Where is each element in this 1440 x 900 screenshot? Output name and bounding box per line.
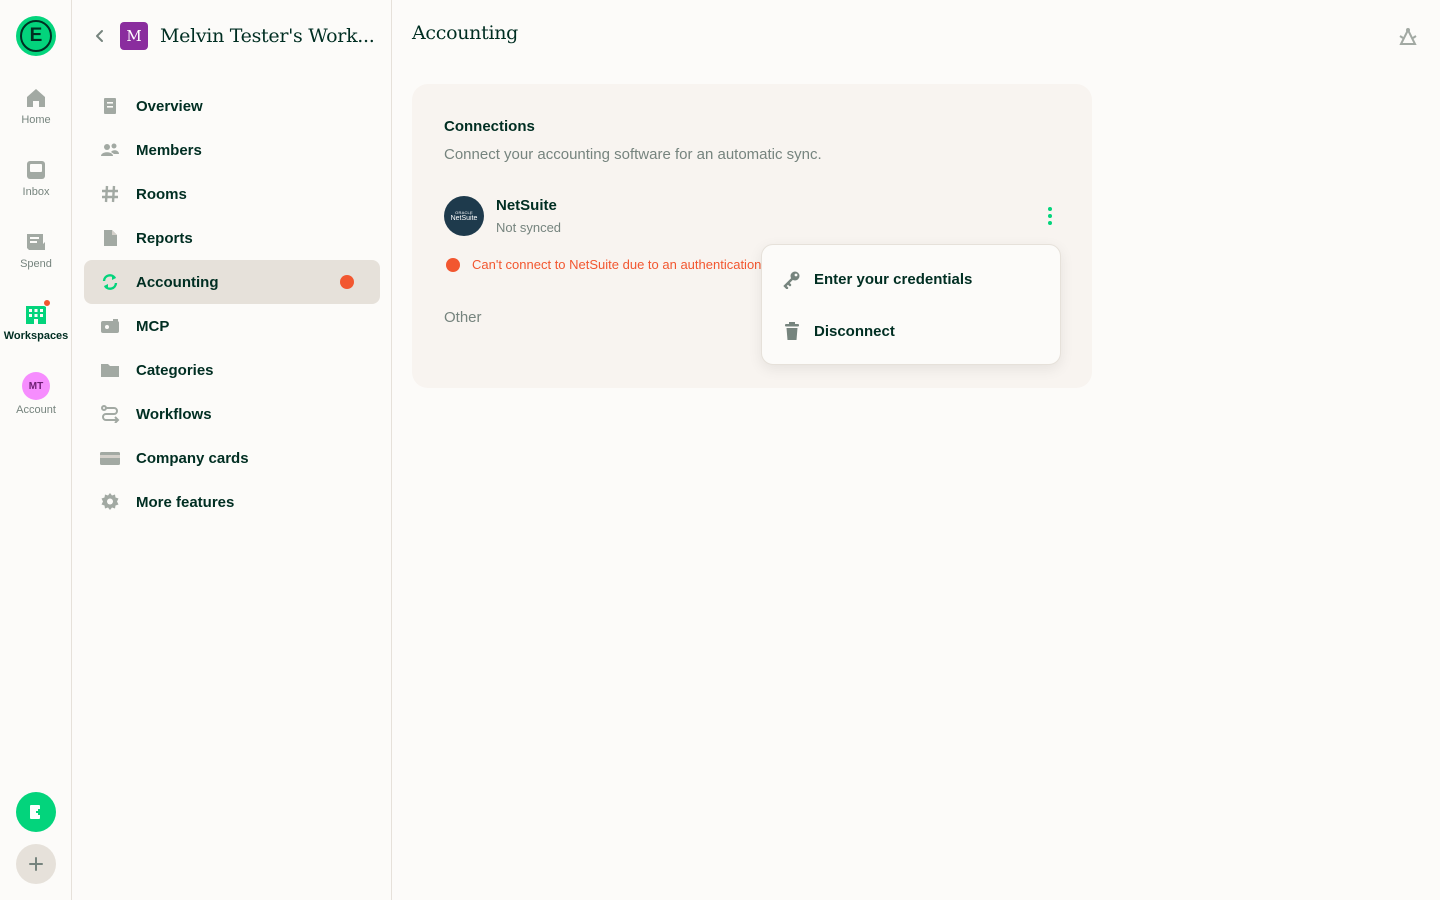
main-content: Accounting Connections Connect your acco… <box>392 0 1440 900</box>
menu-item-company-cards[interactable]: Company cards <box>84 436 380 480</box>
sync-icon <box>100 272 120 292</box>
kebab-dot <box>1048 221 1052 225</box>
workspace-avatar: M <box>120 22 148 50</box>
new-expense-icon <box>30 805 42 819</box>
key-icon <box>782 269 802 289</box>
create-button[interactable] <box>16 844 56 884</box>
plus-icon <box>29 857 43 871</box>
account-avatar: MT <box>22 372 50 400</box>
integration-status: Not synced <box>496 220 562 235</box>
new-expense-button[interactable] <box>16 792 56 832</box>
trash-icon <box>782 321 802 341</box>
menu-item-rooms[interactable]: Rooms <box>84 172 380 216</box>
rail-item-home[interactable]: Home <box>0 86 72 142</box>
card-icon <box>100 448 120 468</box>
more-options-button[interactable] <box>1040 204 1060 228</box>
workspace-menu: Overview Members Rooms Reports Accountin… <box>84 84 380 524</box>
menu-label: Rooms <box>136 185 187 203</box>
enter-credentials-item[interactable]: Enter your credentials <box>762 253 1062 305</box>
integration-name: NetSuite <box>496 197 557 214</box>
menu-label: Categories <box>136 361 214 379</box>
menu-item-categories[interactable]: Categories <box>84 348 380 392</box>
kebab-dot <box>1048 214 1052 218</box>
menu-item-reports[interactable]: Reports <box>84 216 380 260</box>
menu-label: Members <box>136 141 202 159</box>
rail-item-spend[interactable]: Spend <box>0 230 72 286</box>
disconnect-item[interactable]: Disconnect <box>762 305 1062 357</box>
menu-item-more-features[interactable]: More features <box>84 480 380 524</box>
logo-letter: E <box>20 20 52 52</box>
enter-credentials-label: Enter your credentials <box>814 270 973 288</box>
rail-label-workspaces: Workspaces <box>3 330 69 342</box>
page-title: Accounting <box>412 22 519 44</box>
workspace-sidebar: M Melvin Tester's Work... Overview Membe… <box>72 0 392 900</box>
connections-subtitle: Connect your accounting software for an … <box>444 146 822 163</box>
menu-label: More features <box>136 493 235 511</box>
rail-label-home: Home <box>21 114 51 126</box>
menu-label: Reports <box>136 229 193 247</box>
connection-error-message: Can't connect to NetSuite due to an auth… <box>472 257 762 272</box>
home-icon <box>24 86 48 110</box>
rail-label-account: Account <box>16 404 56 416</box>
document-icon <box>100 96 120 116</box>
back-arrow-icon[interactable] <box>92 28 108 44</box>
menu-item-members[interactable]: Members <box>84 128 380 172</box>
rail-item-account[interactable]: MT Account <box>0 372 72 428</box>
netsuite-logo-name: NetSuite <box>450 214 478 222</box>
folder-icon <box>100 360 120 380</box>
menu-item-accounting[interactable]: Accounting <box>84 260 380 304</box>
menu-label: Accounting <box>136 273 219 291</box>
workspaces-error-dot <box>43 299 51 307</box>
error-indicator-icon <box>446 258 460 272</box>
accounting-error-dot <box>340 275 354 289</box>
kebab-dot <box>1048 207 1052 211</box>
menu-item-mcp[interactable]: MCP <box>84 304 380 348</box>
receipt-icon <box>24 230 48 254</box>
menu-label: Overview <box>136 97 203 115</box>
users-icon <box>100 140 120 160</box>
trophy-icon[interactable] <box>1396 24 1420 48</box>
menu-item-workflows[interactable]: Workflows <box>84 392 380 436</box>
rail-item-workspaces[interactable]: Workspaces <box>0 299 72 358</box>
expensify-logo[interactable]: E <box>16 16 56 56</box>
workspace-header: M Melvin Tester's Work... <box>92 20 375 52</box>
workspace-name: Melvin Tester's Work... <box>160 25 375 47</box>
connections-title: Connections <box>444 118 535 135</box>
workflow-icon <box>100 404 120 424</box>
menu-label: MCP <box>136 317 170 335</box>
inbox-icon <box>24 158 48 182</box>
rail-label-inbox: Inbox <box>22 186 50 198</box>
building-icon <box>24 299 51 326</box>
menu-item-overview[interactable]: Overview <box>84 84 380 128</box>
netsuite-logo: ORACLE NetSuite <box>444 196 484 236</box>
integration-options-menu: Enter your credentials Disconnect <box>761 244 1061 365</box>
rail-label-spend: Spend <box>20 258 52 270</box>
menu-label: Company cards <box>136 449 249 467</box>
hashtag-icon <box>100 184 120 204</box>
menu-label: Workflows <box>136 405 212 423</box>
left-rail: E Home Inbox Spend Workspaces MT Account <box>0 0 72 900</box>
mcp-icon <box>100 316 120 336</box>
disconnect-label: Disconnect <box>814 322 895 340</box>
rail-item-inbox[interactable]: Inbox <box>0 158 72 214</box>
gear-icon <box>100 492 120 512</box>
file-icon <box>100 228 120 248</box>
other-section-label: Other <box>444 309 482 326</box>
